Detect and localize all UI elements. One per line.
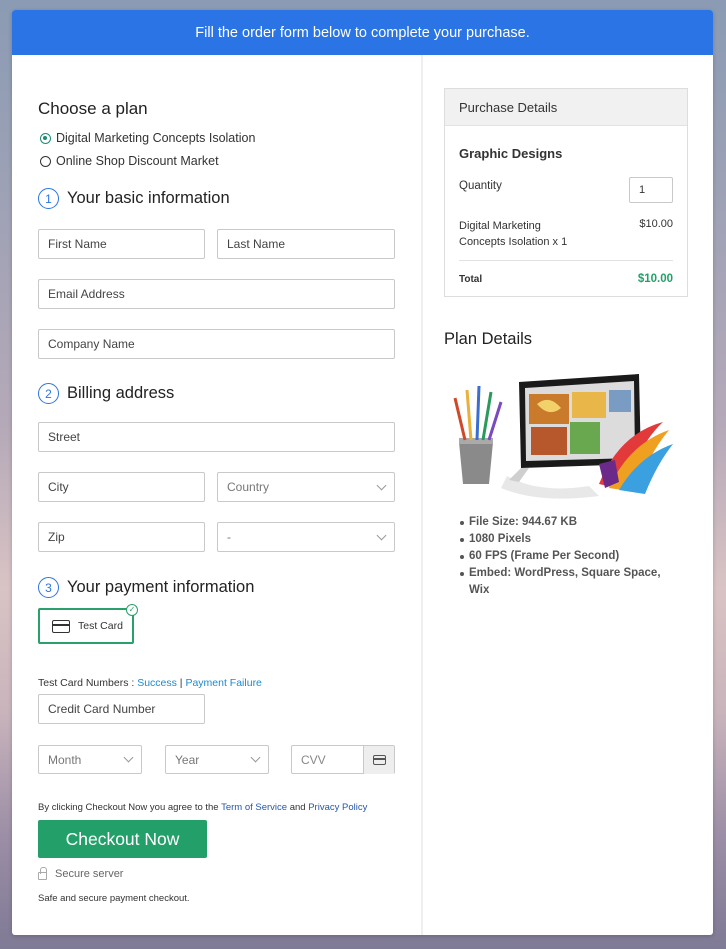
check-icon: ✓ (126, 604, 138, 616)
cvv-card-icon (363, 746, 394, 774)
plan-option-digital-marketing[interactable]: Digital Marketing Concepts Isolation (40, 131, 255, 145)
success-link[interactable]: Success (137, 677, 177, 689)
first-name-input[interactable]: First Name (38, 229, 205, 259)
header-banner: Fill the order form below to complete yo… (12, 10, 713, 55)
year-select-value: Year (175, 752, 200, 767)
section-title: Billing address (67, 384, 175, 402)
state-select[interactable]: - (217, 522, 395, 552)
agreement-prefix: By clicking Checkout Now you agree to th… (38, 802, 222, 813)
safe-checkout-note: Safe and secure payment checkout. (38, 893, 190, 904)
order-form-page: Fill the order form below to complete yo… (12, 10, 713, 935)
list-item: Embed: WordPress, Square Space, Wix (460, 565, 679, 599)
section-title: Your payment information (67, 578, 255, 596)
purchase-details-heading: Purchase Details (445, 89, 687, 126)
chevron-down-icon (376, 530, 387, 540)
payment-heading: 3 Your payment information (38, 577, 254, 598)
test-card-label: Test Card (78, 620, 123, 632)
privacy-policy-link[interactable]: Privacy Policy (308, 802, 367, 813)
purchase-details-card: Purchase Details Graphic Designs Quantit… (444, 88, 688, 297)
radio-selected-icon[interactable] (40, 132, 51, 144)
form-column: Choose a plan Digital Marketing Concepts… (12, 55, 421, 935)
secure-label: Secure server (55, 868, 124, 880)
chevron-down-icon (376, 480, 387, 490)
cvv-placeholder: CVV (301, 752, 326, 767)
test-numbers-prefix: Test Card Numbers : (38, 677, 138, 689)
country-select[interactable]: Country (217, 472, 395, 502)
chevron-down-icon (123, 752, 134, 763)
list-item: File Size: 944.67 KB (460, 514, 679, 531)
company-input[interactable]: Company Name (38, 329, 395, 359)
secure-server-note: Secure server (38, 866, 124, 880)
line-item-name: Digital Marketing Concepts Isolation x 1 (459, 220, 568, 248)
credit-card-icon (52, 619, 70, 633)
radio-unselected-icon[interactable] (40, 155, 51, 167)
total-label: Total (459, 274, 483, 285)
street-input[interactable]: Street (38, 422, 395, 452)
basic-info-heading: 1 Your basic information (38, 188, 230, 209)
terms-of-service-link[interactable]: Term of Service (221, 802, 287, 813)
year-select[interactable]: Year (165, 745, 269, 774)
test-card-numbers: Test Card Numbers : Success | Payment Fa… (38, 677, 262, 689)
chevron-down-icon (250, 752, 261, 763)
line-item-price: $10.00 (639, 218, 673, 230)
total-value: $10.00 (637, 273, 673, 285)
graphic-design-product-image (453, 374, 673, 499)
section-title: Your basic information (67, 189, 230, 207)
state-select-value: - (227, 530, 231, 544)
quantity-label: Quantity (459, 180, 502, 192)
test-card-option[interactable]: Test Card ✓ (38, 604, 138, 644)
card-number-input[interactable]: Credit Card Number (38, 694, 205, 724)
last-name-input[interactable]: Last Name (217, 229, 395, 259)
credit-card-icon (372, 755, 386, 765)
step-1-icon: 1 (38, 188, 59, 209)
plan-option-label: Digital Marketing Concepts Isolation (56, 131, 256, 145)
country-select-value: Country (227, 480, 270, 494)
plan-option-label: Online Shop Discount Market (56, 154, 219, 168)
month-select[interactable]: Month (38, 745, 142, 774)
list-item: 60 FPS (Frame Per Second) (460, 548, 679, 565)
month-select-value: Month (48, 752, 82, 767)
step-2-icon: 2 (38, 383, 59, 404)
city-input[interactable]: City (38, 472, 205, 502)
list-item: 1080 Pixels (460, 531, 679, 548)
billing-heading: 2 Billing address (38, 383, 174, 404)
choose-plan-heading: Choose a plan (38, 99, 148, 118)
terms-agreement: By clicking Checkout Now you agree to th… (38, 802, 367, 813)
quantity-input[interactable]: 1 (629, 177, 673, 203)
lock-icon (38, 866, 47, 880)
plan-details-heading: Plan Details (444, 330, 533, 348)
checkout-now-button[interactable]: Checkout Now (38, 820, 207, 858)
email-input[interactable]: Email Address (38, 279, 395, 309)
payment-failure-link[interactable]: Payment Failure (185, 677, 261, 689)
summary-column: Purchase Details Graphic Designs Quantit… (423, 55, 713, 935)
cvv-input[interactable]: CVV (291, 745, 395, 774)
plan-features-list: File Size: 944.67 KB 1080 Pixels 60 FPS … (460, 514, 679, 599)
step-3-icon: 3 (38, 577, 59, 598)
agreement-and: and (287, 802, 309, 813)
plan-option-online-shop[interactable]: Online Shop Discount Market (40, 154, 219, 168)
zip-input[interactable]: Zip (38, 522, 205, 552)
product-name: Graphic Designs (459, 146, 563, 161)
divider (459, 260, 673, 261)
